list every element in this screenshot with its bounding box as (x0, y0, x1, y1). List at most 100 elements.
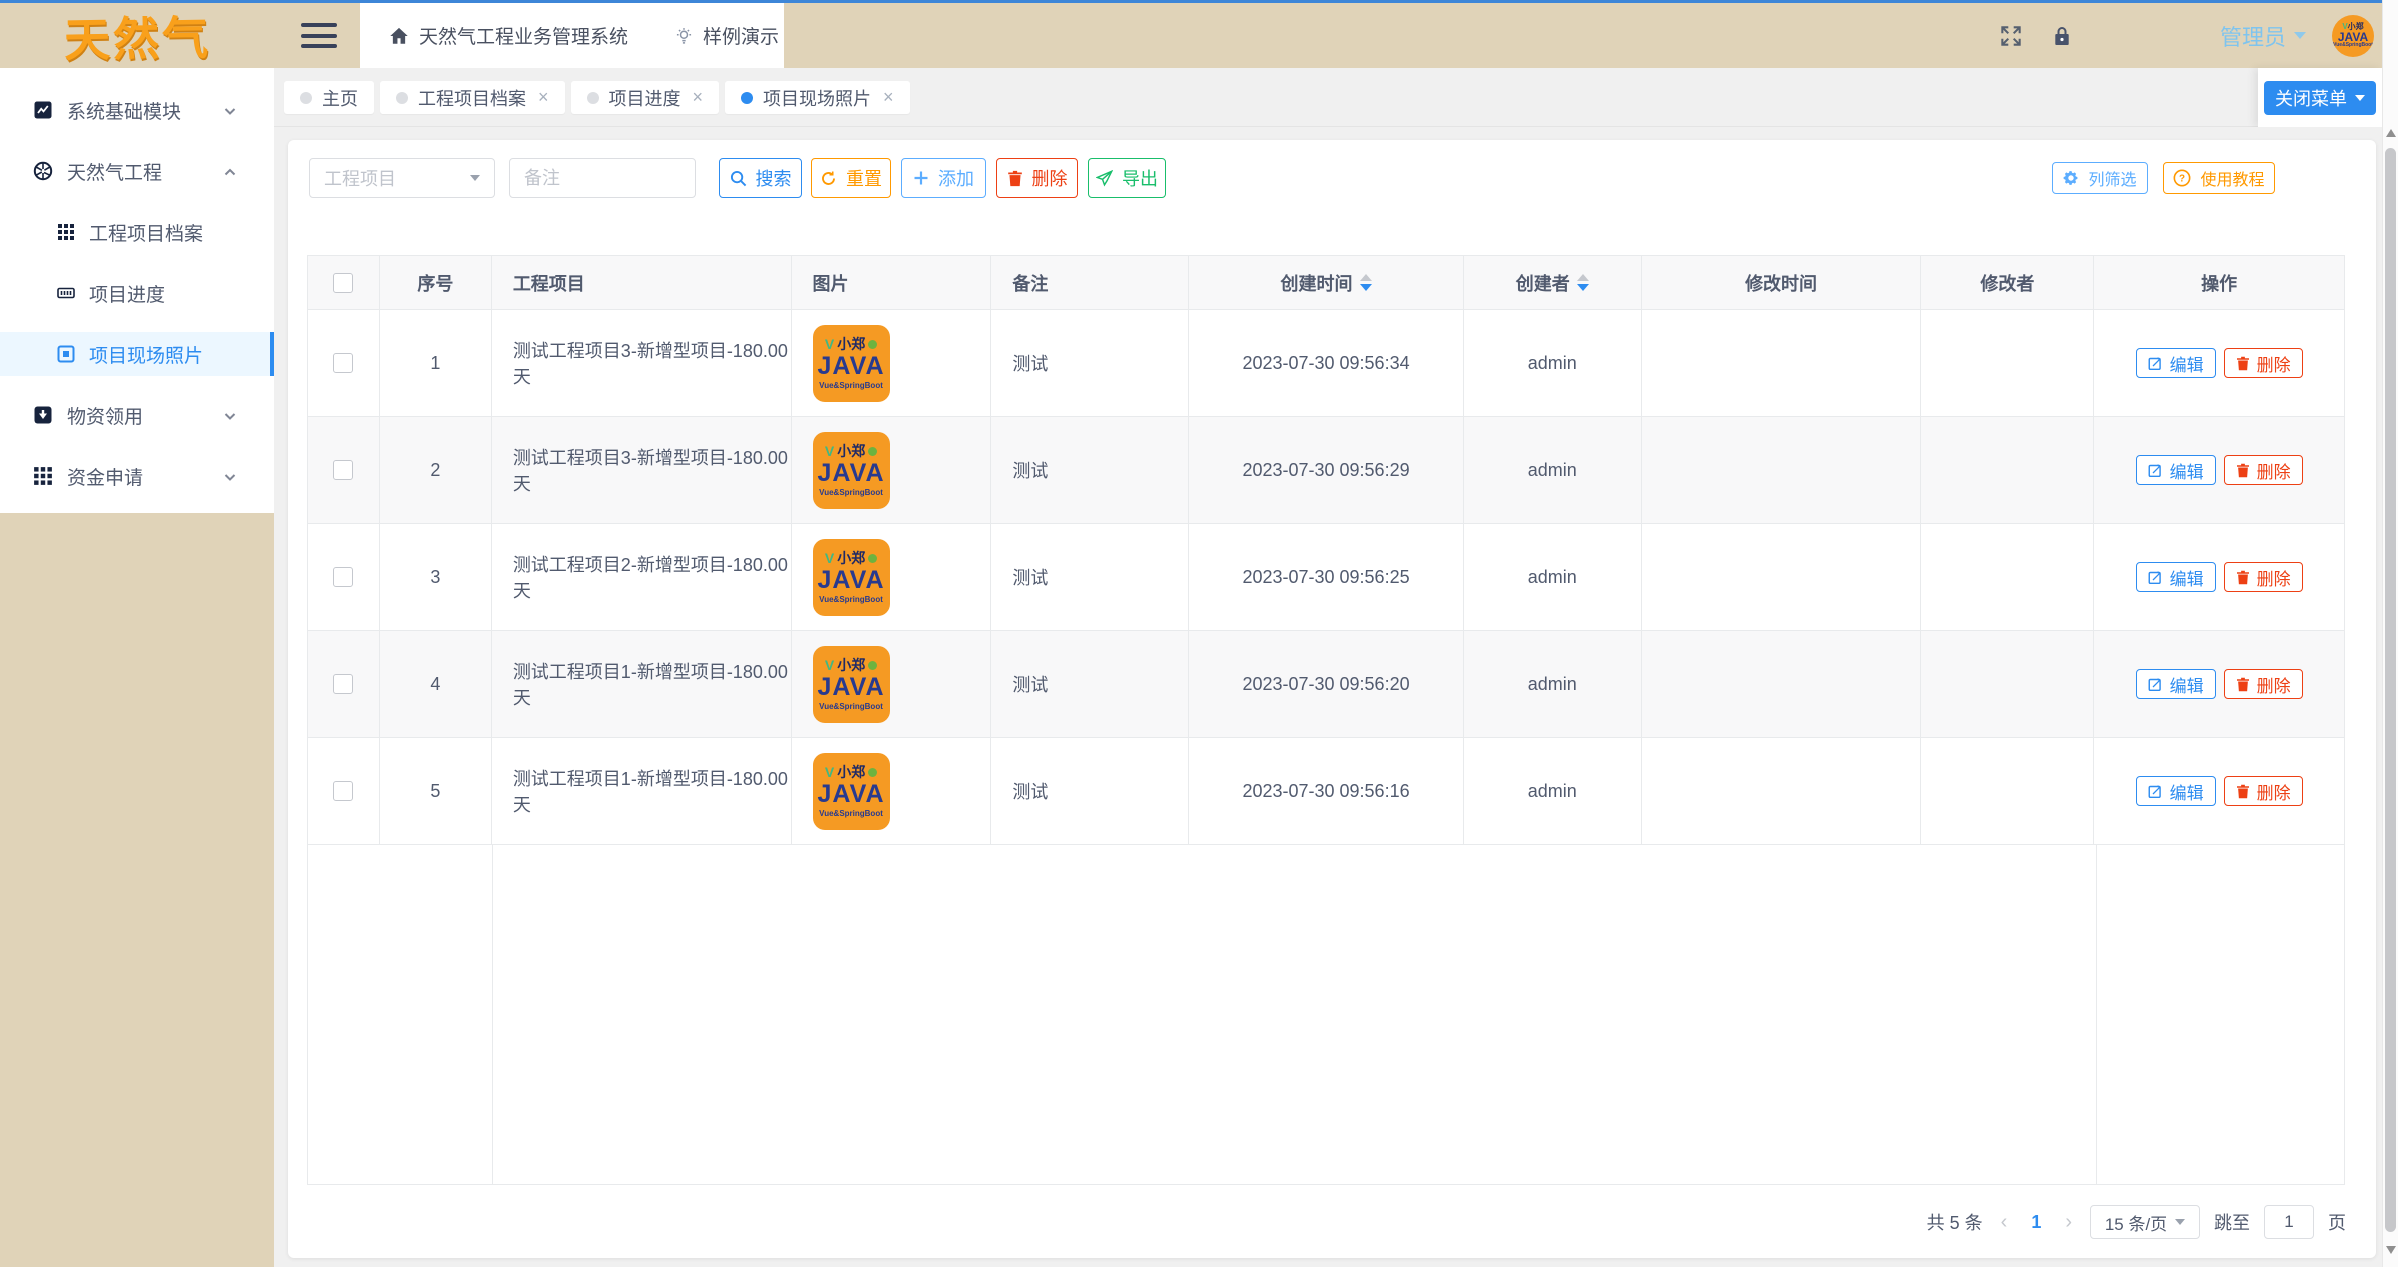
sidebar-item-project-progress[interactable]: 项目进度 (0, 271, 274, 315)
sidebar-item-label: 项目现场照片 (89, 341, 203, 368)
scroll-up-arrow-icon[interactable] (2386, 129, 2396, 137)
vertical-scrollbar[interactable] (2382, 0, 2398, 1267)
edit-icon (2148, 677, 2163, 692)
plus-icon (913, 170, 929, 186)
fullscreen-icon[interactable] (1998, 23, 2024, 49)
project-photo-thumbnail[interactable]: V小郑 JAVA Vue&SpringBoot (813, 432, 890, 509)
remark-input[interactable] (509, 158, 696, 198)
search-button[interactable]: 搜索 (719, 158, 802, 198)
sort-carets-icon[interactable] (1577, 274, 1589, 291)
delete-button[interactable]: 删除 (996, 158, 1078, 198)
close-icon[interactable]: × (538, 87, 549, 108)
page-unit-label: 页 (2328, 1209, 2346, 1235)
table-header-row: 序号 工程项目 图片 备注 创建时间 创建者 修改时间 修改者 操作 (308, 256, 2344, 310)
close-icon[interactable]: × (883, 87, 894, 108)
trash-icon (2236, 570, 2250, 585)
main-content: 工程项目 搜索 重置 添加 删除 导出 (274, 127, 2398, 1267)
sidebar-item-project-archive[interactable]: 工程项目档案 (0, 210, 274, 254)
close-icon[interactable]: × (693, 87, 704, 108)
avatar[interactable]: V小郑 JAVA Vue&SpringBoot (2332, 15, 2374, 57)
spring-leaf-icon (868, 661, 877, 670)
box-arrow-down-icon (33, 405, 53, 425)
select-all-checkbox[interactable] (333, 273, 353, 293)
project-photo-thumbnail[interactable]: V小郑 JAVA Vue&SpringBoot (813, 539, 890, 616)
app-logo[interactable]: 天然气 (0, 3, 274, 68)
tab-dot-icon (741, 92, 753, 104)
project-select[interactable]: 工程项目 (309, 158, 495, 198)
chevron-down-icon (222, 469, 238, 485)
edit-button[interactable]: 编辑 (2136, 348, 2216, 378)
edit-button[interactable]: 编辑 (2136, 669, 2216, 699)
fixed-left-column-divider (492, 845, 493, 1184)
top-menu-home[interactable]: 天然气工程业务管理系统 (388, 22, 628, 49)
sidebar-item-label: 工程项目档案 (89, 219, 203, 246)
col-header-created-at[interactable]: 创建时间 (1189, 256, 1464, 310)
sidebar-item-gas-engineering[interactable]: 天然气工程 (0, 149, 274, 193)
edit-button[interactable]: 编辑 (2136, 455, 2216, 485)
sort-carets-icon[interactable] (1360, 274, 1372, 291)
spring-leaf-icon (868, 447, 877, 456)
jump-label: 跳至 (2214, 1209, 2250, 1235)
row-checkbox[interactable] (333, 674, 353, 694)
tab-project-progress[interactable]: 项目进度 × (571, 81, 720, 114)
bulb-icon (674, 26, 694, 46)
sidebar-item-system-base[interactable]: 系统基础模块 (0, 88, 274, 132)
tab-project-archive[interactable]: 工程项目档案 × (380, 81, 565, 114)
row-checkbox[interactable] (333, 353, 353, 373)
close-menu-button[interactable]: 关闭菜单 (2264, 81, 2376, 115)
scrollbar-thumb[interactable] (2385, 148, 2396, 1232)
col-header-creator[interactable]: 创建者 (1464, 256, 1642, 310)
pagination-total: 共 5 条 (1927, 1209, 1983, 1235)
reset-button[interactable]: 重置 (811, 158, 891, 198)
topbar-right-group: 管理员 V小郑 JAVA Vue&SpringBoot (1998, 3, 2374, 68)
edit-button[interactable]: 编辑 (2136, 562, 2216, 592)
page-size-select[interactable]: 15 条/页 (2090, 1205, 2200, 1239)
column-filter-button[interactable]: 列筛选 (2052, 162, 2148, 194)
row-checkbox[interactable] (333, 460, 353, 480)
top-menu-panel: 天然气工程业务管理系统 样例演示 (360, 3, 784, 68)
delete-row-button[interactable]: 删除 (2224, 348, 2303, 378)
lock-icon[interactable] (2050, 24, 2074, 48)
pagination: 共 5 条 ‹ 1 › 15 条/页 跳至 页 (1927, 1200, 2346, 1244)
trash-icon (1007, 170, 1023, 187)
col-header-project: 工程项目 (492, 256, 792, 310)
edit-button[interactable]: 编辑 (2136, 776, 2216, 806)
user-menu[interactable]: 管理员 (2220, 20, 2306, 52)
sidebar-item-label: 系统基础模块 (67, 97, 181, 124)
col-header-index: 序号 (380, 256, 492, 310)
tab-dot-icon (587, 92, 599, 104)
tab-home[interactable]: 主页 (284, 81, 374, 114)
tab-bar: 主页 工程项目档案 × 项目进度 × 项目现场照片 × 关闭菜单 (274, 68, 2398, 127)
sidebar-item-label: 资金申请 (67, 463, 143, 490)
scroll-down-arrow-icon[interactable] (2386, 1246, 2396, 1254)
col-header-modified-at: 修改时间 (1642, 256, 1922, 310)
tab-site-photos[interactable]: 项目现场照片 × (725, 81, 910, 114)
search-icon (730, 170, 747, 187)
page-number-current[interactable]: 1 (2025, 1212, 2047, 1233)
delete-row-button[interactable]: 删除 (2224, 562, 2303, 592)
next-page-icon[interactable]: › (2061, 1211, 2076, 1234)
project-photo-thumbnail[interactable]: V小郑 JAVA Vue&SpringBoot (813, 325, 890, 402)
chevron-down-icon (2294, 32, 2306, 39)
project-photo-thumbnail[interactable]: V小郑 JAVA Vue&SpringBoot (813, 753, 890, 830)
sidebar-item-site-photos[interactable]: 项目现场照片 (0, 332, 274, 376)
app-logo-text: 天然气 (63, 1, 211, 70)
delete-row-button[interactable]: 删除 (2224, 455, 2303, 485)
table-row: 1 测试工程项目3-新增型项目-180.00天 V小郑 JAVA Vue&Spr… (308, 310, 2344, 417)
export-button[interactable]: 导出 (1088, 158, 1166, 198)
sidebar-item-fund-application[interactable]: 资金申请 (0, 454, 274, 498)
delete-row-button[interactable]: 删除 (2224, 669, 2303, 699)
top-menu-demo[interactable]: 样例演示 (674, 22, 779, 49)
trash-icon (2236, 356, 2250, 371)
delete-row-button[interactable]: 删除 (2224, 776, 2303, 806)
project-photo-thumbnail[interactable]: V小郑 JAVA Vue&SpringBoot (813, 646, 890, 723)
tutorial-button[interactable]: ? 使用教程 (2163, 162, 2275, 194)
sidebar-item-material-requisition[interactable]: 物资领用 (0, 393, 274, 437)
row-checkbox[interactable] (333, 567, 353, 587)
row-checkbox[interactable] (333, 781, 353, 801)
table-row: 4 测试工程项目1-新增型项目-180.00天 V小郑 JAVA Vue&Spr… (308, 631, 2344, 738)
add-button[interactable]: 添加 (901, 158, 986, 198)
jump-page-input[interactable] (2264, 1205, 2314, 1239)
hamburger-menu-icon[interactable] (301, 23, 337, 48)
prev-page-icon[interactable]: ‹ (1997, 1211, 2012, 1234)
